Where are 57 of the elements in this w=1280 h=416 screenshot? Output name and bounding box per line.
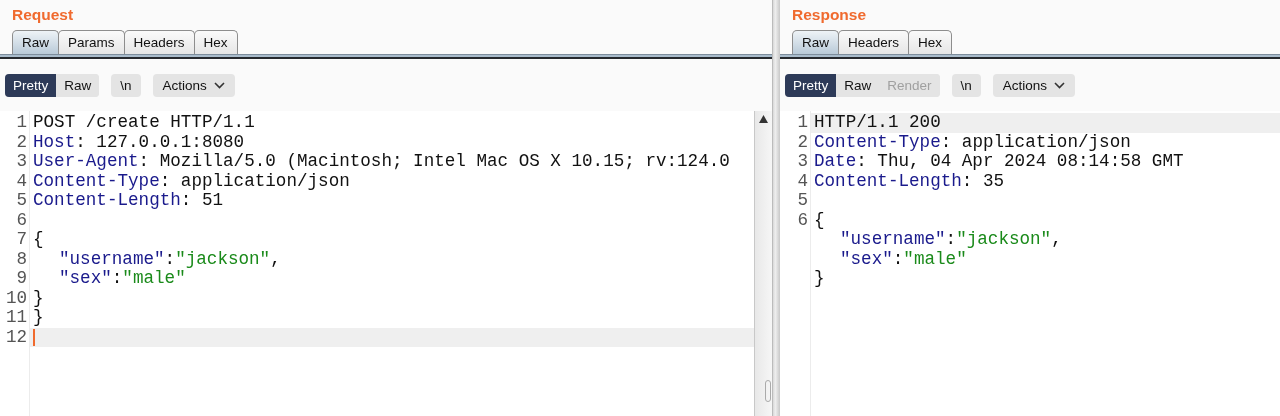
code-line: "sex":"male" (59, 269, 186, 289)
actions-button[interactable]: Actions (152, 74, 235, 97)
code-line: } (33, 288, 44, 308)
code-line: { (33, 230, 44, 250)
code-line: Date: Thu, 04 Apr 2024 08:14:58 GMT (814, 152, 1184, 172)
line-number: 11 (5, 307, 27, 327)
line-number: 3 (16, 151, 27, 171)
pane-title: Request (11, 5, 75, 25)
view-toggle[interactable]: Pretty (785, 74, 837, 97)
chevron-down-icon (213, 82, 225, 89)
tab[interactable]: Headers (838, 30, 910, 54)
newline-toggle[interactable]: \n (111, 74, 141, 97)
line-number: 5 (797, 190, 808, 210)
line-number: 8 (16, 248, 27, 269)
line-number: 9 (16, 268, 27, 288)
tab[interactable]: Raw (792, 30, 839, 54)
line-number: 6 (16, 209, 27, 230)
code-line: Host: 127.0.0.1:8080 (33, 132, 245, 152)
code-line: HTTP/1.1 200 (814, 113, 941, 133)
line-number: 5 (16, 190, 27, 210)
code-line: POST /create HTTP/1.1 (33, 113, 255, 133)
line-number: 12 (5, 326, 27, 347)
line-number: 7 (16, 229, 27, 249)
code-line: "username":"jackson", (59, 249, 281, 269)
line-number: 3 (797, 151, 808, 171)
line-number: 1 (16, 112, 27, 132)
actions-button[interactable]: Actions (992, 74, 1076, 97)
scrollbar[interactable] (754, 111, 772, 416)
tab[interactable]: Hex (908, 30, 953, 54)
code-line: } (814, 269, 825, 289)
code-line: Content-Type: application/json (814, 132, 1131, 152)
chevron-down-icon (1054, 82, 1066, 89)
code-line: "username":"jackson", (840, 230, 1062, 250)
tab[interactable]: Headers (123, 30, 195, 54)
text-caret (33, 328, 35, 346)
line-number: 2 (797, 131, 808, 152)
code-line: User-Agent: Mozilla/5.0 (Macintosh; Intel Mac OS X 10.15; rv:124.0 (33, 152, 730, 172)
line-number: 10 (5, 287, 27, 308)
line-number: 6 (797, 209, 808, 230)
newline-toggle[interactable]: \n (951, 74, 981, 97)
tab[interactable]: Params (58, 30, 125, 54)
code-line: } (33, 308, 44, 328)
code-line: Content-Length: 51 (33, 191, 224, 211)
view-toggle[interactable]: Pretty (5, 74, 57, 97)
code-line: "sex":"male" (840, 249, 967, 269)
pane-title: Response (791, 5, 868, 25)
code-line: Content-Length: 35 (814, 171, 1005, 191)
code-line: { (814, 210, 825, 230)
line-number: 1 (797, 112, 808, 132)
code-line: Content-Type: application/json (33, 171, 350, 191)
tab[interactable]: Hex (193, 30, 238, 54)
line-number: 4 (797, 170, 808, 191)
line-number: 4 (16, 170, 27, 191)
scroll-up-arrow-icon[interactable] (759, 115, 768, 123)
scroll-thumb[interactable] (764, 380, 771, 402)
line-number: 2 (16, 131, 27, 152)
tab[interactable]: Raw (12, 30, 59, 54)
